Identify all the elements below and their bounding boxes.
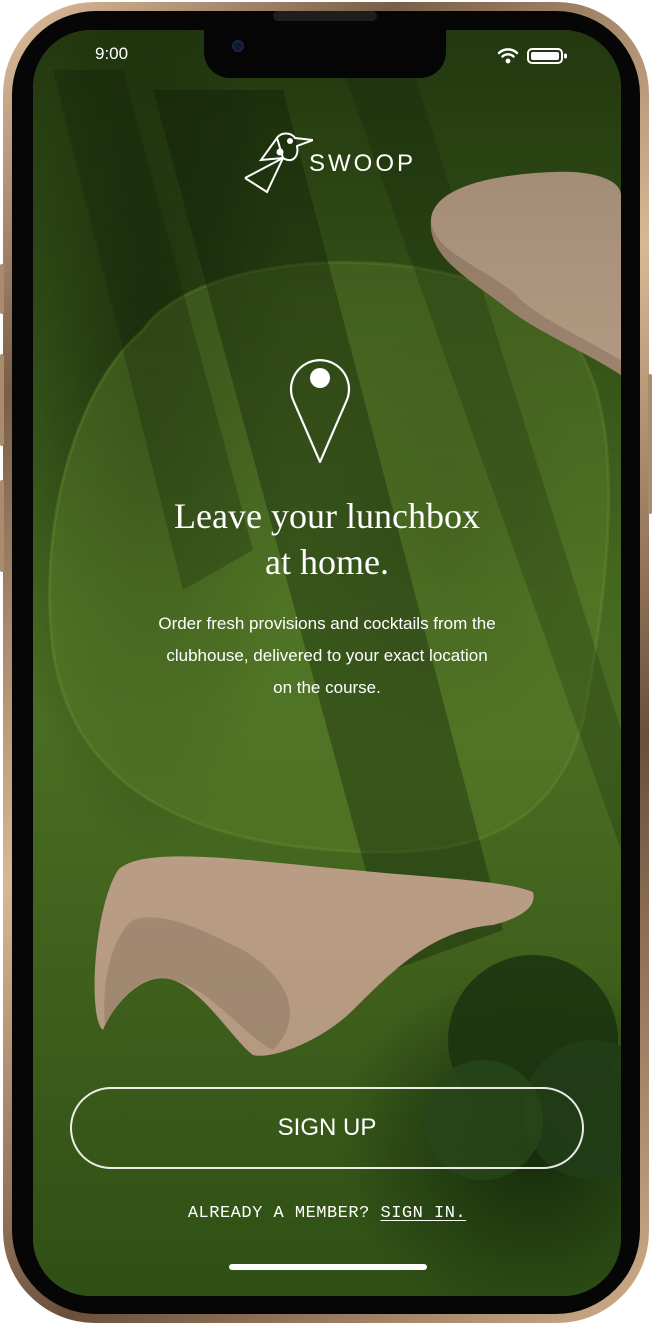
home-indicator[interactable] [229, 1264, 427, 1270]
description-line: on the course. [273, 678, 381, 697]
power-button [648, 374, 652, 514]
description-line: clubhouse, delivered to your exact locat… [166, 646, 488, 665]
sign-in-link[interactable]: SIGN IN. [381, 1204, 467, 1223]
member-prompt-text: ALREADY A MEMBER? [187, 1204, 370, 1223]
side-button [0, 264, 4, 314]
headline: Leave your lunchbox at home. [97, 493, 557, 585]
status-icons [497, 46, 573, 66]
headline-line: Leave your lunchbox [174, 496, 480, 536]
notch [204, 30, 446, 78]
earpiece-speaker [273, 11, 377, 21]
volume-up-button [0, 354, 4, 446]
location-pin-icon [289, 359, 351, 464]
description-line: Order fresh provisions and cocktails fro… [158, 614, 496, 633]
status-time: 9:00 [95, 44, 129, 63]
front-camera-icon [232, 40, 244, 52]
brand-logo: SWOOP [243, 130, 423, 196]
app-screen: 9:00 SWOOP Leave your lunchbox at home. … [33, 30, 621, 1296]
battery-icon [527, 48, 567, 64]
description: Order fresh provisions and cocktails fro… [117, 608, 537, 704]
sign-in-prompt: ALREADY A MEMBER? SIGN IN. [33, 1204, 621, 1223]
headline-line: at home. [265, 542, 389, 582]
wifi-icon [497, 48, 519, 64]
brand-name: SWOOP [309, 150, 417, 177]
volume-down-button [0, 480, 4, 572]
bird-icon [244, 132, 313, 194]
sign-up-button[interactable]: SIGN UP [70, 1087, 584, 1169]
